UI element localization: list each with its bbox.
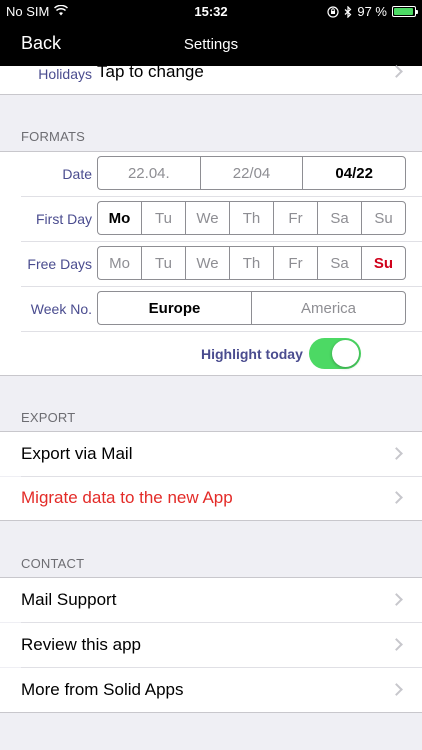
first-day-su[interactable]: Su (362, 202, 405, 234)
chevron-right-icon (390, 65, 403, 78)
first-day-sa[interactable]: Sa (318, 202, 362, 234)
export-via-mail-row[interactable]: Export via Mail (0, 432, 422, 476)
chevron-right-icon (390, 447, 403, 460)
date-option-1[interactable]: 22/04 (201, 157, 304, 189)
more-apps-row[interactable]: More from Solid Apps (0, 668, 422, 712)
week-no-europe[interactable]: Europe (98, 292, 252, 324)
first-day-we[interactable]: We (186, 202, 230, 234)
formats-section-header: FORMATS (21, 129, 85, 144)
bluetooth-icon (344, 5, 352, 18)
toggle-knob (332, 340, 359, 367)
free-day-we[interactable]: We (186, 247, 230, 279)
date-label: Date (62, 166, 92, 182)
first-day-label: First Day (36, 211, 92, 227)
free-day-su[interactable]: Su (362, 247, 405, 279)
holidays-label: Holidays (38, 66, 92, 82)
date-format-segmented[interactable]: 22.04. 22/04 04/22 (97, 156, 406, 190)
migrate-data-label: Migrate data to the new App (21, 488, 233, 507)
week-no-america[interactable]: America (252, 292, 405, 324)
more-apps-label: More from Solid Apps (21, 680, 184, 699)
free-day-th[interactable]: Th (230, 247, 274, 279)
first-day-segmented[interactable]: Mo Tu We Th Fr Sa Su (97, 201, 406, 235)
holidays-value: Tap to change (97, 62, 204, 81)
chevron-right-icon (390, 683, 403, 696)
mail-support-row[interactable]: Mail Support (0, 578, 422, 622)
settings-list: Holidays Tap to change FORMATS Date 22.0… (0, 62, 422, 750)
free-day-sa[interactable]: Sa (318, 247, 362, 279)
navigation-bar: Back Settings (0, 22, 422, 66)
battery-icon (392, 6, 418, 17)
export-via-mail-label: Export via Mail (21, 444, 133, 463)
chevron-right-icon (390, 593, 403, 606)
chevron-right-icon (390, 491, 403, 504)
status-bar: No SIM 15:32 97 % (0, 0, 422, 22)
free-days-segmented[interactable]: Mo Tu We Th Fr Sa Su (97, 246, 406, 280)
formats-group: Date 22.04. 22/04 04/22 First Day Mo Tu … (0, 152, 422, 375)
rotation-lock-icon (327, 5, 339, 18)
page-title: Settings (183, 36, 239, 53)
contact-section-header: CONTACT (21, 556, 85, 571)
holidays-row[interactable]: Holidays Tap to change (0, 62, 422, 94)
mail-support-label: Mail Support (21, 590, 117, 609)
highlight-today-label: Highlight today (201, 346, 303, 362)
first-day-th[interactable]: Th (230, 202, 274, 234)
chevron-right-icon (390, 638, 403, 651)
first-day-fr[interactable]: Fr (274, 202, 318, 234)
date-option-2[interactable]: 04/22 (303, 157, 405, 189)
export-section-header: EXPORT (21, 410, 76, 425)
first-day-tu[interactable]: Tu (142, 202, 186, 234)
date-option-0[interactable]: 22.04. (98, 157, 201, 189)
review-app-row[interactable]: Review this app (0, 623, 422, 667)
free-day-fr[interactable]: Fr (274, 247, 318, 279)
week-no-label: Week No. (30, 301, 92, 317)
review-app-label: Review this app (21, 635, 142, 654)
battery-percent: 97 % (357, 4, 387, 19)
week-no-segmented[interactable]: Europe America (97, 291, 406, 325)
free-day-mo[interactable]: Mo (98, 247, 142, 279)
first-day-mo[interactable]: Mo (98, 202, 142, 234)
migrate-data-row[interactable]: Migrate data to the new App (0, 477, 422, 520)
free-day-tu[interactable]: Tu (142, 247, 186, 279)
highlight-today-toggle[interactable] (309, 338, 361, 369)
free-days-label: Free Days (27, 256, 92, 272)
